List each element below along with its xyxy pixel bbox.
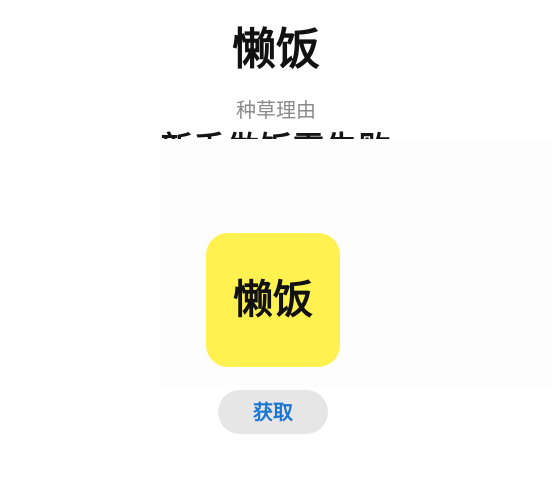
recommendation-label: 种草理由	[236, 98, 316, 122]
get-button[interactable]: 获取	[218, 390, 328, 434]
app-title: 懒饭	[232, 24, 320, 75]
app-icon-label: 懒饭	[233, 277, 313, 323]
app-icon[interactable]: 懒饭	[206, 233, 340, 367]
